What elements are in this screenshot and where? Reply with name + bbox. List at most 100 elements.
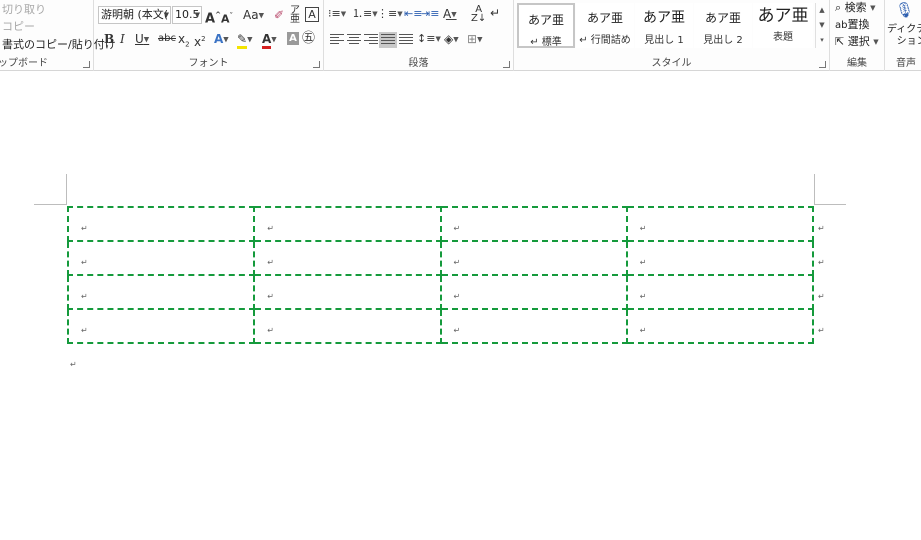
numbering-icon: ⒈≡ bbox=[352, 7, 373, 20]
paragraph-launcher-icon[interactable] bbox=[503, 61, 510, 68]
font-launcher-icon[interactable] bbox=[313, 61, 320, 68]
clipboard-group: 切り取り コピー 書式のコピー/貼り付け ップボード bbox=[0, 0, 116, 71]
multilevel-list-button[interactable]: ⋮≡▼ bbox=[377, 6, 403, 22]
style-no-spacing[interactable]: あア亜 ↵ 行間詰め bbox=[576, 3, 634, 48]
chevron-down-icon: ▼ bbox=[163, 11, 169, 19]
style-heading-1[interactable]: あア亜 見出し 1 bbox=[635, 3, 693, 48]
multilevel-list-icon: ⋮≡ bbox=[377, 7, 398, 20]
numbering-button[interactable]: ⒈≡▼ bbox=[352, 6, 378, 22]
document-page[interactable]: ↵ ↵ ↵ ↵ ↵ ↵ ↵ ↵ ↵ ↵ ↵ ↵ ↵ ↵ ↵ ↵ ↵ ↵ ↵ ↵ … bbox=[0, 72, 921, 540]
grow-font-button[interactable]: A^ bbox=[205, 7, 221, 27]
cursor-icon: ⇱ bbox=[835, 35, 845, 48]
subscript-icon: 2 bbox=[185, 40, 190, 49]
gallery-up-icon[interactable]: ▲ bbox=[816, 3, 828, 18]
table-cell[interactable]: ↵ bbox=[439, 274, 628, 310]
table-cell[interactable]: ↵ bbox=[66, 274, 256, 310]
asian-layout-icon: A͟ bbox=[443, 7, 452, 21]
chevron-down-icon: ▼ bbox=[143, 35, 150, 44]
table-cell[interactable]: ↵ bbox=[625, 274, 815, 310]
superscript-button[interactable]: x2 bbox=[194, 31, 206, 50]
table-row: ↵ ↵ ↵ ↵ bbox=[66, 274, 815, 310]
decrease-indent-icon[interactable]: ⇤≡ bbox=[404, 6, 422, 22]
styles-group-label: スタイル bbox=[651, 58, 692, 69]
change-case-button[interactable]: Aa▼ bbox=[243, 7, 264, 24]
table-cell[interactable]: ↵ bbox=[439, 308, 628, 344]
replace-button[interactable]: ab置換 bbox=[835, 17, 869, 34]
table-cell[interactable]: ↵ bbox=[253, 206, 442, 242]
style-normal[interactable]: あア亜 ↵ 標準 bbox=[517, 3, 575, 48]
copy-button[interactable]: コピー bbox=[2, 19, 35, 35]
phonetic-guide-icon[interactable]: ア亜 bbox=[290, 6, 300, 25]
font-name-combo[interactable]: 游明朝 (本文( ▼ bbox=[98, 6, 171, 24]
search-icon: ⌕ bbox=[835, 1, 842, 14]
chevron-down-icon: ▼ bbox=[397, 10, 403, 18]
table-cell[interactable]: ↵ bbox=[625, 206, 815, 242]
font-size-combo[interactable]: 10.5 ▼ bbox=[172, 6, 202, 24]
clear-formatting-icon[interactable]: ✐ bbox=[274, 7, 284, 23]
clipboard-launcher-icon[interactable] bbox=[83, 61, 90, 68]
sort-icon[interactable]: A Z↓ bbox=[471, 5, 486, 24]
justify-icon[interactable] bbox=[379, 32, 397, 48]
chevron-down-icon: ▼ bbox=[340, 10, 347, 18]
table-cell[interactable]: ↵ bbox=[439, 240, 628, 276]
ribbon: 切り取り コピー 書式のコピー/貼り付け ップボード 游明朝 (本文( ▼ 10… bbox=[0, 0, 921, 71]
shrink-font-button[interactable]: Aˇ bbox=[221, 8, 233, 28]
document-table[interactable]: ↵ ↵ ↵ ↵ ↵ ↵ ↵ ↵ ↵ ↵ ↵ ↵ ↵ ↵ ↵ ↵ bbox=[66, 206, 815, 344]
table-cell[interactable]: ↵ bbox=[66, 308, 256, 344]
table-cell[interactable]: ↵ bbox=[625, 240, 815, 276]
gallery-down-icon[interactable]: ▼ bbox=[816, 18, 828, 33]
chevron-down-icon: ▼ bbox=[194, 11, 200, 19]
style-heading-2[interactable]: あア亜 見出し 2 bbox=[694, 3, 752, 48]
table-cell[interactable]: ↵ bbox=[66, 240, 256, 276]
table-cell[interactable]: ↵ bbox=[625, 308, 815, 344]
table-cell[interactable]: ↵ bbox=[253, 274, 442, 310]
shading-button[interactable]: ◈▼ bbox=[444, 31, 459, 48]
table-cell[interactable]: ↵ bbox=[253, 240, 442, 276]
chevron-down-icon: ▼ bbox=[258, 11, 264, 20]
borders-button[interactable]: ⊞▼ bbox=[467, 31, 482, 48]
align-left-icon[interactable] bbox=[330, 34, 344, 46]
align-center-icon[interactable] bbox=[347, 34, 361, 46]
font-color-button[interactable]: A▼ bbox=[262, 31, 277, 49]
strikethrough-button[interactable]: abc bbox=[158, 31, 176, 47]
crop-mark-top-left bbox=[66, 174, 67, 204]
text-effects-button[interactable]: A▼ bbox=[214, 31, 229, 48]
italic-button[interactable]: I bbox=[120, 31, 125, 47]
align-right-icon[interactable] bbox=[364, 34, 378, 46]
increase-indent-icon[interactable]: ⇥≡ bbox=[421, 6, 439, 22]
voice-group: 🎙 ディクテー ション 音声 bbox=[885, 0, 921, 71]
dictate-button[interactable]: ディクテー ション bbox=[887, 24, 921, 48]
voice-group-label: 音声 bbox=[896, 58, 916, 69]
bold-button[interactable]: B bbox=[104, 31, 114, 47]
paint-bucket-icon: ◈ bbox=[444, 32, 454, 46]
underline-button[interactable]: U▼ bbox=[135, 31, 149, 48]
styles-launcher-icon[interactable] bbox=[819, 61, 826, 68]
chevron-down-icon: ▼ bbox=[873, 38, 879, 46]
line-spacing-button[interactable]: ↕≡▼ bbox=[417, 31, 441, 47]
find-button[interactable]: ⌕ 検索 ▼ bbox=[835, 0, 876, 16]
table-cell[interactable]: ↵ bbox=[253, 308, 442, 344]
borders-icon: ⊞ bbox=[467, 32, 478, 46]
chevron-down-icon: ▼ bbox=[223, 35, 229, 44]
style-title[interactable]: あア亜 表題 bbox=[753, 3, 813, 48]
character-shading-icon[interactable]: A bbox=[287, 32, 299, 45]
enclose-characters-icon[interactable]: ㊄ bbox=[302, 31, 315, 47]
show-formatting-icon[interactable]: ↵ bbox=[490, 5, 500, 21]
table-cell[interactable]: ↵ bbox=[66, 206, 256, 242]
table-cell[interactable]: ↵ bbox=[439, 206, 628, 242]
highlight-button[interactable]: ✎▼ bbox=[237, 31, 252, 49]
cut-button[interactable]: 切り取り bbox=[2, 2, 46, 18]
subscript-button[interactable]: x2 bbox=[178, 31, 190, 52]
gallery-more-icon[interactable]: ▾ bbox=[816, 33, 828, 48]
font-group: 游明朝 (本文( ▼ 10.5 ▼ A^ Aˇ Aa▼ ✐ ア亜 A B I U… bbox=[94, 0, 324, 71]
chevron-down-icon: ▼ bbox=[271, 35, 277, 44]
crop-mark-top-right bbox=[814, 174, 815, 204]
distributed-icon[interactable] bbox=[399, 34, 413, 46]
bullets-button[interactable]: ⁝≡▼ bbox=[328, 6, 346, 22]
select-button[interactable]: ⇱ 選択 ▼ bbox=[835, 34, 879, 50]
row-end-mark: ↵ bbox=[818, 326, 825, 335]
character-border-icon[interactable]: A bbox=[305, 7, 319, 22]
shrink-font-icon: ˇ bbox=[229, 12, 234, 20]
row-end-mark: ↵ bbox=[818, 224, 825, 233]
asian-layout-button[interactable]: A͟▼ bbox=[443, 6, 457, 23]
